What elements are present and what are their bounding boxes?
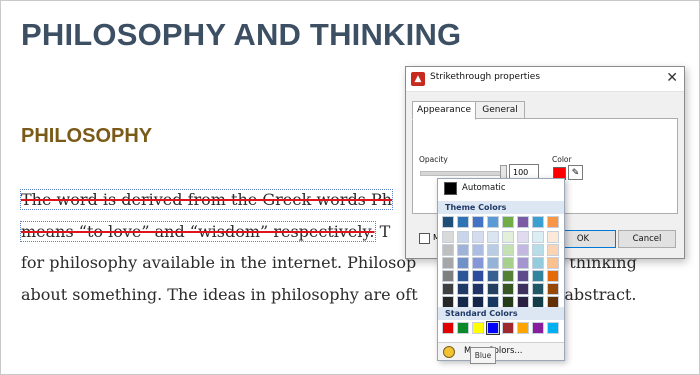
theme-color-swatch[interactable] xyxy=(457,231,469,243)
theme-color-swatch[interactable] xyxy=(532,231,544,243)
theme-color-swatch[interactable] xyxy=(502,270,514,282)
theme-color-swatch[interactable] xyxy=(532,283,544,295)
pencil-icon[interactable]: ✎ xyxy=(568,165,583,180)
theme-color-swatch[interactable] xyxy=(532,216,544,228)
paragraph-line: about something. The ideas in philosophy… xyxy=(21,283,636,307)
theme-color-swatch[interactable] xyxy=(517,244,529,256)
theme-color-swatch[interactable] xyxy=(547,244,559,256)
theme-color-swatch[interactable] xyxy=(472,244,484,256)
cancel-button[interactable]: Cancel xyxy=(618,230,676,248)
strikethrough-text[interactable]: The word is derived from the Greek words… xyxy=(19,189,394,210)
opacity-input[interactable]: 100 xyxy=(509,164,539,179)
standard-color-swatch[interactable] xyxy=(517,322,529,334)
standard-color-swatch[interactable] xyxy=(502,322,514,334)
paragraph-text: T xyxy=(374,222,391,241)
theme-color-swatch[interactable] xyxy=(472,270,484,282)
color-tooltip: Blue xyxy=(470,347,496,364)
theme-color-swatch[interactable] xyxy=(487,216,499,228)
theme-color-swatch[interactable] xyxy=(442,216,454,228)
theme-color-swatch[interactable] xyxy=(472,216,484,228)
theme-color-swatch[interactable] xyxy=(472,231,484,243)
section-heading: PHILOSOPHY xyxy=(21,125,153,147)
standard-color-swatch[interactable] xyxy=(547,322,559,334)
theme-color-swatch[interactable] xyxy=(487,283,499,295)
paragraph-line[interactable]: means “to love” and “wisdom” respectivel… xyxy=(20,220,391,244)
theme-color-swatch[interactable] xyxy=(442,231,454,243)
theme-color-swatch[interactable] xyxy=(547,257,559,269)
paragraph-text: for philosophy available in the internet… xyxy=(21,253,417,272)
theme-color-swatch[interactable] xyxy=(502,216,514,228)
standard-colors-header: Standard Colors xyxy=(438,307,564,320)
strikethrough-text[interactable]: means “to love” and “wisdom” respectivel… xyxy=(20,221,376,242)
opacity-label: Opacity xyxy=(419,155,448,164)
paragraph-line: for philosophy available in the internet… xyxy=(21,251,637,275)
theme-color-swatch[interactable] xyxy=(457,283,469,295)
theme-color-swatch[interactable] xyxy=(517,270,529,282)
theme-color-swatch[interactable] xyxy=(532,270,544,282)
close-icon[interactable]: ✕ xyxy=(666,70,678,86)
theme-colors-header: Theme Colors xyxy=(438,201,564,214)
acrobat-icon: ▲ xyxy=(411,72,425,86)
dialog-titlebar[interactable]: ▲ Strikethrough properties ✕ xyxy=(406,67,684,92)
theme-color-swatch[interactable] xyxy=(442,270,454,282)
automatic-swatch xyxy=(444,182,457,195)
theme-color-swatch[interactable] xyxy=(502,283,514,295)
theme-color-swatch[interactable] xyxy=(487,244,499,256)
theme-color-swatch[interactable] xyxy=(442,244,454,256)
tab-appearance[interactable]: Appearance xyxy=(412,101,476,120)
color-label: Color xyxy=(552,155,572,164)
theme-color-swatch[interactable] xyxy=(442,283,454,295)
theme-color-swatch[interactable] xyxy=(457,244,469,256)
tab-general[interactable]: General xyxy=(475,101,525,119)
standard-color-swatch[interactable] xyxy=(457,322,469,334)
standard-color-swatch[interactable] xyxy=(472,322,484,334)
theme-color-swatch[interactable] xyxy=(547,231,559,243)
theme-color-swatch[interactable] xyxy=(502,257,514,269)
theme-color-swatch[interactable] xyxy=(487,231,499,243)
automatic-label: Automatic xyxy=(462,183,506,193)
theme-color-swatch[interactable] xyxy=(517,283,529,295)
more-colors-option[interactable]: More Colors... xyxy=(438,342,564,360)
theme-color-swatch[interactable] xyxy=(457,270,469,282)
automatic-color-option[interactable]: Automatic xyxy=(438,179,564,198)
theme-color-swatch[interactable] xyxy=(517,231,529,243)
theme-color-swatch[interactable] xyxy=(502,231,514,243)
theme-color-swatch[interactable] xyxy=(457,257,469,269)
theme-color-swatch[interactable] xyxy=(547,283,559,295)
theme-color-swatch[interactable] xyxy=(457,216,469,228)
theme-color-swatch[interactable] xyxy=(502,244,514,256)
opacity-slider-track[interactable] xyxy=(420,171,506,176)
paragraph-line[interactable]: The word is derived from the Greek words… xyxy=(19,188,394,212)
theme-color-swatch[interactable] xyxy=(487,270,499,282)
theme-color-swatch[interactable] xyxy=(547,270,559,282)
properties-default-checkbox[interactable] xyxy=(419,233,430,244)
palette-icon xyxy=(443,346,455,358)
color-picker-dropdown: Automatic Theme Colors Standard Colors M… xyxy=(437,178,565,361)
page-title: PHILOSOPHY AND THINKING xyxy=(21,17,462,52)
theme-color-swatch[interactable] xyxy=(532,244,544,256)
theme-color-swatch[interactable] xyxy=(472,283,484,295)
theme-color-swatch[interactable] xyxy=(517,216,529,228)
theme-color-swatch[interactable] xyxy=(442,257,454,269)
theme-color-swatch[interactable] xyxy=(532,257,544,269)
paragraph-text: about something. The ideas in philosophy… xyxy=(21,285,418,304)
dialog-title: Strikethrough properties xyxy=(430,72,541,82)
theme-color-swatch[interactable] xyxy=(487,257,499,269)
theme-color-swatch[interactable] xyxy=(472,257,484,269)
theme-color-swatch[interactable] xyxy=(517,257,529,269)
standard-color-swatch[interactable] xyxy=(486,321,500,335)
theme-color-swatch[interactable] xyxy=(547,216,559,228)
standard-color-swatch[interactable] xyxy=(442,322,454,334)
standard-color-swatch[interactable] xyxy=(532,322,544,334)
